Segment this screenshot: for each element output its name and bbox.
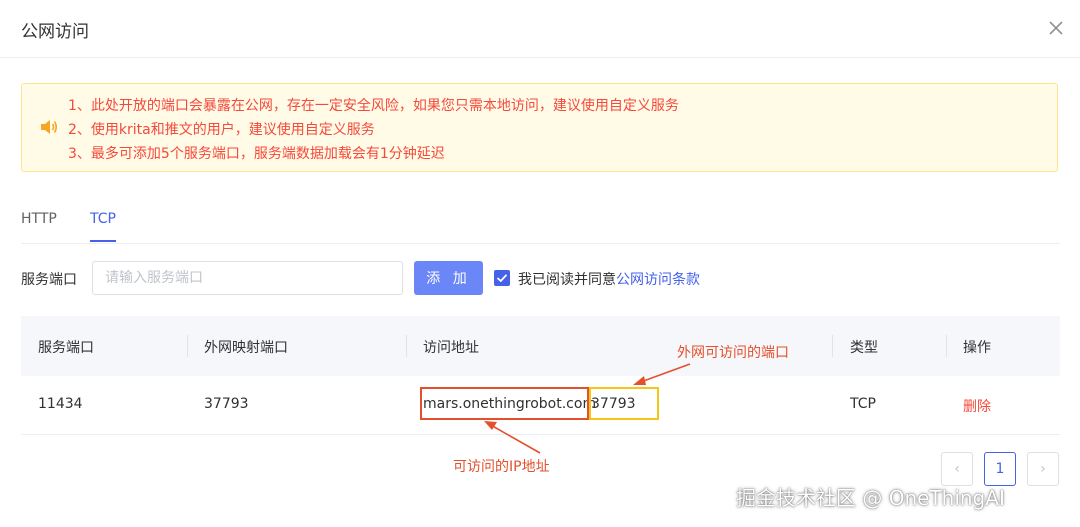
port-arrow bbox=[637, 363, 691, 384]
watermark: 掘金技术社区 @ OneThingAI bbox=[736, 486, 1005, 510]
annotation-arrows bbox=[484, 363, 691, 454]
port-arrowhead bbox=[633, 376, 646, 385]
prev-page-button[interactable]: ‹ bbox=[941, 452, 973, 486]
page-1-button[interactable]: 1 bbox=[984, 452, 1016, 486]
ip-arrowhead bbox=[484, 421, 497, 430]
next-page-button[interactable]: › bbox=[1027, 452, 1059, 486]
ip-arrow bbox=[488, 423, 541, 454]
